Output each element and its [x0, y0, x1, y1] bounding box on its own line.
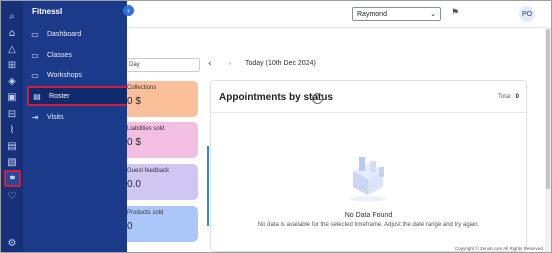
- prev-arrow-icon[interactable]: ‹: [208, 59, 212, 69]
- card-label: Guest feedback: [127, 168, 170, 174]
- link-icon[interactable]: ⚭: [4, 170, 21, 187]
- card-value: 0: [127, 221, 133, 232]
- announcement-icon[interactable]: ⚑: [451, 8, 459, 18]
- sidebar-title: FitnessI: [32, 7, 63, 16]
- appointments-panel: Appointments by status i Total : 0 No Da…: [210, 80, 527, 252]
- range-select[interactable]: Day: [127, 58, 200, 72]
- icon-rail: ⌕ ⌂ △ ⊞ ◈ ▣ ⊟ ⌇ ▤ ▧ ⚭ ♡ ⚙: [1, 1, 23, 252]
- workshops-icon: ▭: [31, 70, 39, 80]
- no-data-title: No Data Found: [344, 212, 393, 219]
- copyright-text: Copyright © Zenoti.com All Rights Reserv…: [454, 246, 544, 251]
- chevron-down-icon: ⌄: [430, 10, 436, 18]
- sidebar-item-dashboard[interactable]: ▭ Dashboard: [29, 26, 123, 42]
- search-icon[interactable]: ⌕: [5, 9, 19, 23]
- sidebar-item-label: Dashboard: [47, 30, 82, 38]
- no-data-message: No data is available for the selected ti…: [257, 222, 480, 228]
- no-data-illustration-icon: [350, 157, 386, 202]
- sidebar-item-label: Roster: [49, 92, 70, 100]
- box-icon[interactable]: ▣: [5, 90, 19, 104]
- card-label: Products sold: [127, 210, 164, 216]
- scrollbar-thumb[interactable]: [546, 29, 550, 189]
- card-label: Collections: [127, 85, 157, 91]
- avatar[interactable]: PO: [519, 6, 535, 22]
- card-value: 0.0: [127, 179, 141, 190]
- card-value: 0 $: [127, 137, 141, 148]
- total-value: 0: [515, 94, 519, 100]
- sidebar-item-roster[interactable]: ▤ Roster: [27, 86, 143, 106]
- shoe-icon[interactable]: ⌇: [5, 123, 19, 137]
- classes-icon: ▭: [31, 50, 39, 60]
- heart-icon[interactable]: ♡: [5, 189, 19, 203]
- info-icon[interactable]: i: [312, 93, 323, 104]
- total-label: Total :: [497, 94, 514, 100]
- dashboard-icon: ▭: [31, 29, 39, 39]
- date-label: Today (10th Dec 2024): [245, 60, 316, 67]
- collections-card[interactable]: Collections 0 $: [127, 81, 198, 117]
- roster-icon: ▤: [33, 91, 41, 101]
- card-value: 0 $: [127, 96, 141, 107]
- liabilities-card[interactable]: Liabilities sold 0 $: [127, 122, 198, 158]
- user-select[interactable]: Raymond ⌄: [352, 7, 441, 21]
- collapse-sidebar-button[interactable]: ‹: [123, 5, 134, 16]
- sidebar-item-label: Visits: [47, 113, 64, 121]
- tag-icon[interactable]: ◈: [5, 74, 19, 88]
- bag-icon[interactable]: ⊟: [5, 107, 19, 121]
- sidebar-flyout: FitnessI ▭ Dashboard ▭ Classes ▭ Worksho…: [23, 1, 143, 252]
- sidebar-item-label: Workshops: [47, 71, 82, 79]
- triangle-icon[interactable]: △: [5, 42, 19, 56]
- document-icon[interactable]: ▧: [5, 155, 19, 169]
- user-select-value: Raymond: [357, 10, 387, 18]
- grid-icon[interactable]: ⊞: [5, 58, 19, 72]
- sidebar-item-workshops[interactable]: ▭ Workshops: [29, 67, 123, 83]
- page-scrollbar[interactable]: [545, 27, 551, 252]
- sidebar-item-classes[interactable]: ▭ Classes: [29, 47, 123, 63]
- top-bar: Raymond ⌄ ⚑ PO: [127, 1, 551, 28]
- next-arrow-icon[interactable]: ›: [228, 59, 232, 69]
- home-icon[interactable]: ⌂: [5, 26, 19, 40]
- sidebar-item-visits[interactable]: ⇥ Visits: [29, 109, 123, 125]
- range-select-value: Day: [129, 62, 140, 68]
- total-count: Total : 0: [498, 94, 519, 100]
- sidebar-item-label: Classes: [47, 51, 72, 59]
- card-label: Liabilities sold: [127, 126, 165, 132]
- products-card[interactable]: Products sold 0: [127, 206, 198, 242]
- calendar-icon[interactable]: ▤: [5, 139, 19, 153]
- guest-feedback-card[interactable]: Guest feedback 0.0: [127, 164, 198, 200]
- panel-divider: [211, 112, 526, 113]
- settings-icon[interactable]: ⚙: [5, 236, 19, 250]
- cards-scroll-indicator: [207, 146, 209, 226]
- visits-icon: ⇥: [31, 112, 39, 122]
